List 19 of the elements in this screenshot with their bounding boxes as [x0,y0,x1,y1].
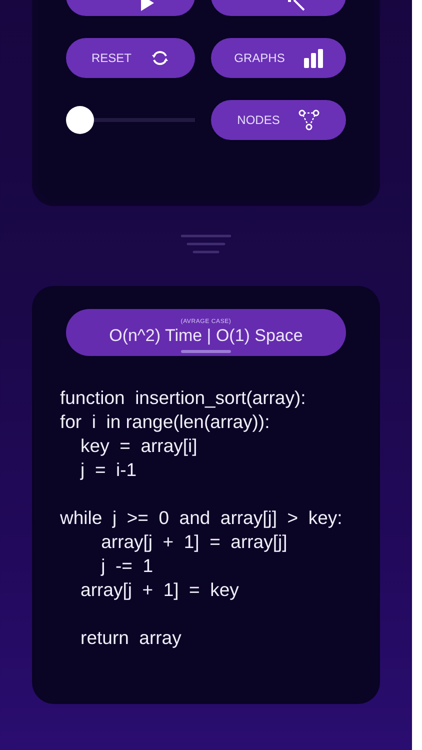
code-line: key = array[i] [80,434,198,458]
code-line: return array [80,626,182,650]
code-line: array[j + 1] = key [80,578,240,602]
action-button[interactable]: GRAPHS [211,38,346,78]
code-line: array[j + 1] = array[j] [100,530,288,554]
code-line: for i in range(len(array)): [60,410,271,434]
nodes-icon [298,109,320,131]
bar-chart-icon [302,48,323,68]
refresh-icon [150,48,170,68]
slider-thumb[interactable] [66,106,94,134]
action-button[interactable]: RESET [66,38,195,78]
action-button[interactable]: NODES [211,100,346,140]
pill-indicator [181,350,231,353]
code-line: j -= 1 [100,554,154,578]
code-line: while j >= 0 and array[j] > key: [60,506,344,530]
complexity-text: O(n^2) Time | O(1) Space [109,326,303,346]
code-line: j = i-1 [79,458,138,482]
code-line: function insertion_sort(array): [60,386,307,410]
drag-handle-icon[interactable] [181,234,231,254]
